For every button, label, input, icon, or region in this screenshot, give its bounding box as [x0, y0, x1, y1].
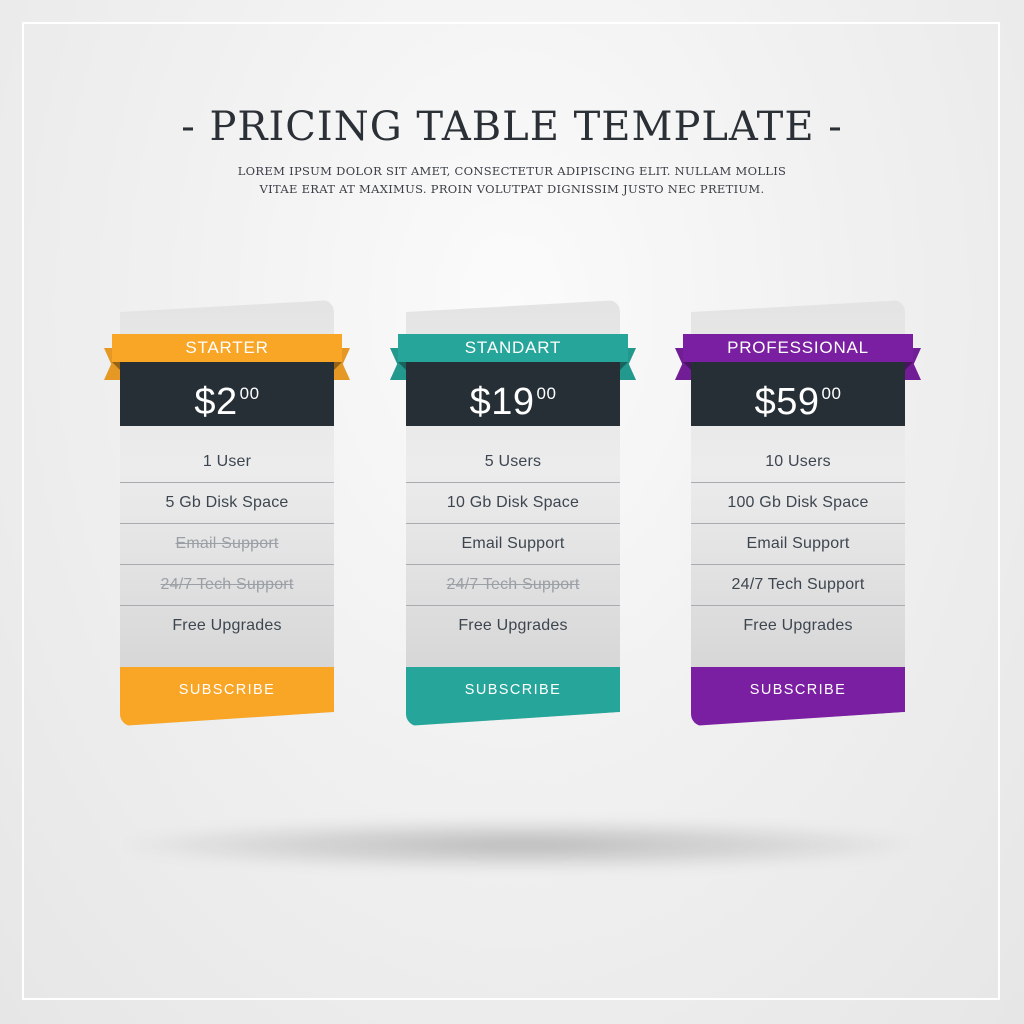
card-body: $59 00 10 Users 100 Gb Disk Space Email Sup…: [691, 300, 905, 726]
feature-item: Email Support: [406, 524, 620, 565]
feature-item: 24/7 Tech Support: [691, 565, 905, 606]
feature-item: Free Upgrades: [172, 617, 282, 634]
feature-item: 10 Users: [691, 442, 905, 483]
plan-name-ribbon: STARTER: [112, 334, 342, 362]
feature-list: 1 User 5 Gb Disk Space Email Support 24/7 T…: [120, 442, 334, 646]
feature-item: 5 Users: [406, 442, 620, 483]
feature-item: 1 User: [120, 442, 334, 483]
feature-list: 5 Users 10 Gb Disk Space Email Support 24/7…: [406, 442, 620, 646]
feature-item: 5 Gb Disk Space: [120, 483, 334, 524]
feature-item: 24/7 Tech Support: [120, 565, 334, 606]
price-box: $59 00: [691, 362, 905, 426]
card-body: $2 00 1 User 5 Gb Disk Space Email Support 2…: [120, 300, 334, 726]
plan-name-ribbon: PROFESSIONAL: [683, 334, 913, 362]
subscribe-button[interactable]: SUBSCRIBE: [691, 667, 905, 726]
feature-item: 100 Gb Disk Space: [691, 483, 905, 524]
feature-item: Free Upgrades: [458, 617, 568, 634]
pricing-card-standart: $19 00 5 Users 10 Gb Disk Space Email Suppo…: [390, 300, 636, 726]
price-value: 59: [776, 381, 820, 423]
page-subtitle: LOREM IPSUM DOLOR SIT AMET, CONSECTETUR …: [200, 162, 824, 198]
floor-shadow: [120, 820, 920, 870]
pricing-card-professional: $59 00 10 Users 100 Gb Disk Space Email Sup…: [675, 300, 921, 726]
price-cents: 00: [536, 384, 557, 403]
price-currency: $: [469, 381, 492, 423]
feature-item: Free Upgrades: [743, 617, 853, 634]
price-value: 2: [216, 381, 238, 423]
feature-item: 10 Gb Disk Space: [406, 483, 620, 524]
feature-item: Email Support: [691, 524, 905, 565]
subtitle-line: VITAE ERAT AT MAXIMUS. PROIN VOLUTPAT DI…: [259, 182, 765, 196]
plan-name-ribbon: STANDART: [398, 334, 628, 362]
price-currency: $: [194, 381, 217, 423]
feature-item: Email Support: [120, 524, 334, 565]
price-cents: 00: [239, 384, 260, 403]
price-amount: $59 00: [755, 381, 842, 423]
subscribe-button[interactable]: SUBSCRIBE: [120, 667, 334, 726]
price-amount: $2 00: [194, 381, 259, 423]
price-box: $2 00: [120, 362, 334, 426]
price-cents: 00: [821, 384, 842, 403]
subscribe-button[interactable]: SUBSCRIBE: [406, 667, 620, 726]
price-currency: $: [754, 381, 777, 423]
feature-item: 24/7 Tech Support: [406, 565, 620, 606]
card-body: $19 00 5 Users 10 Gb Disk Space Email Suppo…: [406, 300, 620, 726]
subtitle-line: LOREM IPSUM DOLOR SIT AMET, CONSECTETUR …: [237, 164, 787, 178]
price-box: $19 00: [406, 362, 620, 426]
page-title: - PRICING TABLE TEMPLATE -: [181, 104, 843, 150]
feature-list: 10 Users 100 Gb Disk Space Email Support 24…: [691, 442, 905, 646]
price-value: 19: [491, 381, 535, 423]
pricing-card-starter: $2 00 1 User 5 Gb Disk Space Email Support 2…: [104, 300, 350, 726]
price-amount: $19 00: [470, 381, 557, 423]
